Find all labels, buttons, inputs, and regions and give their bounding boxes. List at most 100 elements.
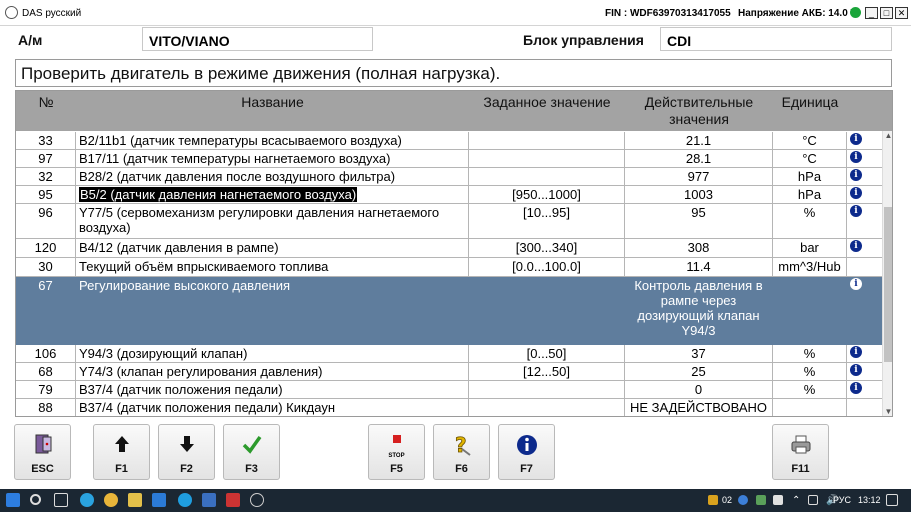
col-name-header[interactable]: Название (76, 94, 469, 111)
row-num: 67 (16, 277, 76, 345)
row-set: [0...50] (469, 345, 625, 363)
clock[interactable]: 13:12 (858, 495, 881, 505)
app-icon[interactable] (152, 493, 166, 507)
f5-stop-button[interactable]: STOP F5 (368, 424, 425, 480)
col-set-header[interactable]: Заданное значение (469, 94, 625, 111)
row-name: Регулирование высокого давления (76, 277, 469, 345)
chevron-up-icon[interactable]: ⌃ (792, 495, 800, 506)
f1-up-button[interactable]: F1 (93, 424, 150, 480)
tray-icon[interactable] (756, 495, 766, 505)
info-icon[interactable]: i (850, 382, 862, 394)
table-group-row[interactable]: 67 Регулирование высокого давления Контр… (16, 277, 882, 345)
row-name: B4/12 (датчик давления в рампе) (76, 239, 469, 258)
row-actual: 11.4 (625, 258, 773, 277)
notifications-icon[interactable] (886, 494, 898, 506)
folder-icon[interactable] (128, 493, 142, 507)
row-set: [0.0...100.0] (469, 258, 625, 277)
app-icon[interactable] (226, 493, 240, 507)
battery-voltage: Напряжение АКБ: 14.0 V (738, 8, 858, 19)
info-icon[interactable]: i (850, 205, 862, 217)
table-row[interactable]: 68 Y74/3 (клапан регулирования давления)… (16, 363, 882, 381)
table-row[interactable]: 33 B2/11b1 (датчик температуры всасываем… (16, 132, 882, 150)
f7-label: F7 (520, 463, 533, 475)
row-name: Y94/3 (дозирующий клапан) (76, 345, 469, 363)
minimize-button[interactable]: _ (865, 7, 878, 19)
row-num: 32 (16, 168, 76, 186)
esc-button[interactable]: ESC (14, 424, 71, 480)
row-unit: °C (773, 132, 847, 150)
f3-confirm-button[interactable]: F3 (223, 424, 280, 480)
arrow-down-icon (159, 433, 214, 460)
info-icon[interactable]: i (850, 346, 862, 358)
table-scrollbar[interactable]: ▲ ▼ (882, 131, 892, 416)
telegram-icon[interactable] (80, 493, 94, 507)
function-key-bar: ESC F1 F2 F3 STOP F5 ? F6 F7 F11 (0, 419, 911, 489)
col-unit-header[interactable]: Единица (773, 94, 847, 111)
row-info: i (847, 381, 882, 399)
info-icon[interactable]: i (850, 240, 862, 252)
info-icon[interactable]: i (850, 169, 862, 181)
values-table: № Название Заданное значение Действитель… (15, 90, 893, 417)
language-indicator[interactable]: РУС (833, 495, 851, 505)
checkmark-icon (224, 433, 279, 460)
row-info: i (847, 186, 882, 204)
row-actual: НЕ ЗАДЕЙСТВОВАНО (625, 399, 773, 416)
mercedes-das-icon[interactable] (250, 493, 264, 507)
table-row[interactable]: 79 B37/4 (датчик положения педали) 0 % i (16, 381, 882, 399)
f11-print-button[interactable]: F11 (772, 424, 829, 480)
row-set: [10...95] (469, 204, 625, 239)
row-unit (773, 399, 847, 416)
task-view-icon[interactable] (54, 493, 68, 507)
row-set (469, 150, 625, 168)
instruction-message: Проверить двигатель в режиме движения (п… (15, 59, 892, 87)
table-row-selected[interactable]: 95 B5/2 (датчик давления нагнетаемого во… (16, 186, 882, 204)
row-actual: 37 (625, 345, 773, 363)
table-row[interactable]: 88 B37/4 (датчик положения педали) Кикда… (16, 399, 882, 416)
network-icon[interactable] (808, 495, 818, 505)
col-num-header[interactable]: № (16, 94, 76, 111)
tray-icon[interactable] (708, 495, 718, 505)
row-actual: 28.1 (625, 150, 773, 168)
f2-down-button[interactable]: F2 (158, 424, 215, 480)
info-icon[interactable]: i (850, 364, 862, 376)
maximize-button[interactable]: □ (880, 7, 893, 19)
f11-label: F11 (791, 463, 810, 475)
row-num: 30 (16, 258, 76, 277)
row-info: i (847, 277, 882, 345)
row-unit: % (773, 204, 847, 239)
skype-icon[interactable] (178, 493, 192, 507)
row-actual: 0 (625, 381, 773, 399)
scroll-up-icon[interactable]: ▲ (883, 131, 892, 142)
table-row[interactable]: 106 Y94/3 (дозирующий клапан) [0...50] 3… (16, 345, 882, 363)
table-row[interactable]: 30 Текущий объём впрыскиваемого топлива … (16, 258, 882, 277)
row-num: 88 (16, 399, 76, 416)
table-row[interactable]: 32 B28/2 (датчик давления после воздушно… (16, 168, 882, 186)
scroll-thumb[interactable] (884, 207, 892, 362)
search-icon[interactable] (30, 494, 41, 505)
windows-start-icon[interactable] (6, 493, 20, 507)
info-icon[interactable]: i (850, 151, 862, 163)
f6-label: F6 (455, 463, 468, 475)
info-icon[interactable]: i (850, 133, 862, 145)
col-actual-header[interactable]: Действительные значения (625, 94, 773, 128)
close-button[interactable]: ✕ (895, 7, 908, 19)
chrome-icon[interactable] (104, 493, 118, 507)
printer-icon (773, 433, 828, 462)
row-info (847, 258, 882, 277)
info-icon[interactable]: i (850, 278, 862, 290)
tray-icon[interactable] (773, 495, 783, 505)
row-name-selected: B5/2 (датчик давления нагнетаемого возду… (79, 187, 358, 202)
scroll-down-icon[interactable]: ▼ (883, 407, 892, 416)
table-header: № Название Заданное значение Действитель… (16, 91, 892, 131)
table-row[interactable]: 96 Y77/5 (сервомеханизм регулировки давл… (16, 204, 882, 239)
row-num: 120 (16, 239, 76, 258)
app-icon[interactable] (202, 493, 216, 507)
bluetooth-icon[interactable] (738, 495, 748, 505)
fin-readout: FIN : WDF63970313417055 (605, 8, 731, 19)
info-icon[interactable]: i (850, 187, 862, 199)
f7-info-button[interactable]: F7 (498, 424, 555, 480)
table-row[interactable]: 120 B4/12 (датчик давления в рампе) [300… (16, 239, 882, 258)
row-set (469, 132, 625, 150)
table-row[interactable]: 97 B17/11 (датчик температуры нагнетаемо… (16, 150, 882, 168)
f6-help-button[interactable]: ? F6 (433, 424, 490, 480)
